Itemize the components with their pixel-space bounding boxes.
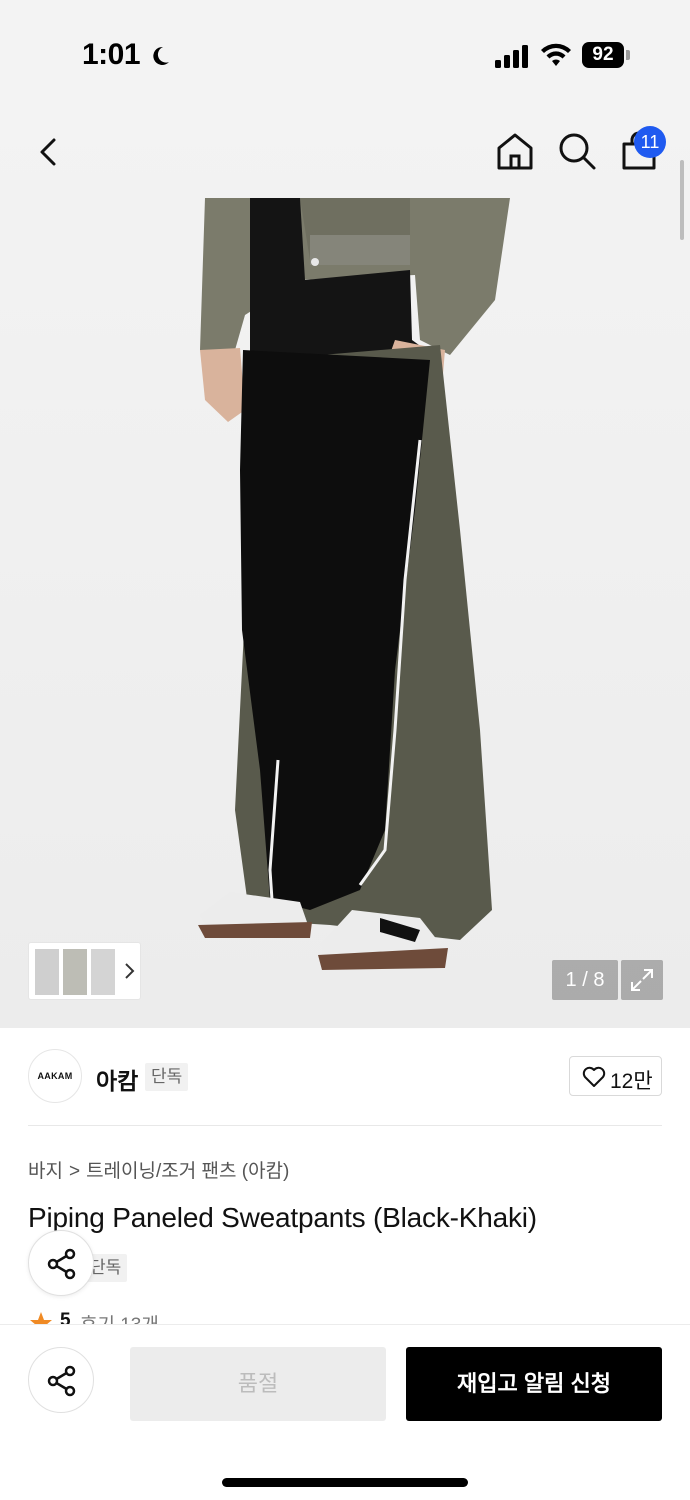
share-button[interactable] [28, 1230, 94, 1296]
home-indicator[interactable] [222, 1478, 468, 1487]
thumbnail-strip[interactable] [28, 942, 141, 1000]
like-button[interactable]: 12만 [569, 1056, 662, 1096]
exclusive-badge: 단독 [145, 1063, 189, 1091]
breadcrumb-item-category[interactable]: 바지 [28, 1156, 63, 1183]
divider [28, 1125, 662, 1126]
thumbnail[interactable] [63, 949, 87, 995]
home-icon[interactable] [494, 130, 536, 172]
brand-name[interactable]: 아캄 [96, 1062, 138, 1096]
restock-alert-button[interactable]: 재입고 알림 신청 [406, 1347, 662, 1421]
thumbnail[interactable] [35, 949, 59, 995]
share-button-bottom[interactable] [28, 1347, 94, 1413]
share-icon [47, 1365, 76, 1397]
status-bar: 1:01 92 [0, 0, 690, 110]
image-page-counter: 1 / 8 [552, 960, 618, 1000]
breadcrumb: 바지 > 트레이닝/조거 팬츠 (아캄) [28, 1156, 289, 1183]
expand-image-button[interactable] [621, 960, 663, 1000]
cellular-signal-icon [495, 45, 528, 68]
moon-icon [153, 46, 169, 65]
share-icon [47, 1248, 76, 1280]
scrollbar[interactable] [680, 160, 684, 240]
battery-cap [626, 50, 630, 60]
product-image-gallery[interactable]: 11 1 / 8 [0, 110, 690, 1028]
cart-count-badge: 11 [634, 126, 666, 158]
product-photo [0, 110, 690, 1028]
breadcrumb-separator: > [68, 1161, 81, 1182]
expand-icon [631, 969, 653, 991]
breadcrumb-item-subcategory[interactable]: 트레이닝/조거 팬츠 (아캄) [86, 1156, 289, 1183]
product-title: Piping Paneled Sweatpants (Black-Khaki) [28, 1202, 537, 1233]
chevron-right-icon [125, 963, 135, 979]
soldout-button: 품절 [130, 1347, 386, 1421]
wifi-icon [541, 43, 571, 66]
battery-level: 92 [582, 42, 624, 68]
status-time: 1:01 [82, 38, 141, 71]
search-icon[interactable] [556, 130, 598, 172]
bottom-action-bar: 품절 재입고 알림 신청 [0, 1324, 690, 1500]
battery-indicator: 92 [582, 42, 630, 68]
heart-icon [582, 1066, 606, 1087]
like-count: 12만 [610, 1070, 653, 1093]
brand-logo[interactable]: AAKAM [28, 1049, 82, 1103]
back-button[interactable] [30, 132, 70, 172]
thumbnail[interactable] [91, 949, 115, 995]
